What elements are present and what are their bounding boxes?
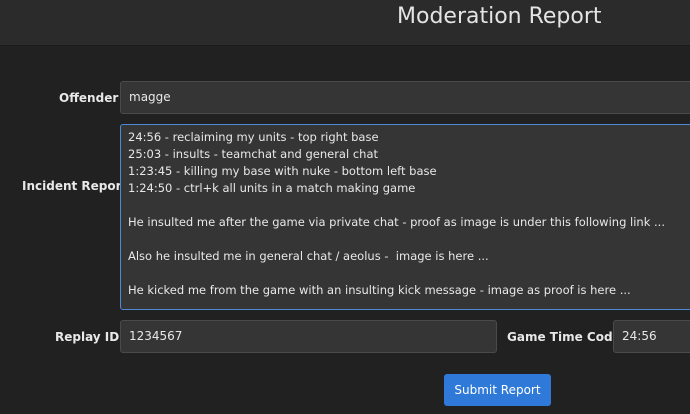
- offender-label: Offender: [59, 91, 119, 105]
- game-time-code-label: Game Time Code: [507, 330, 621, 344]
- header-bar: Moderation Report: [0, 0, 690, 46]
- replay-id-input[interactable]: 1234567: [120, 320, 497, 353]
- game-time-code-input[interactable]: 24:56: [613, 320, 690, 353]
- submit-report-button[interactable]: Submit Report: [444, 374, 551, 406]
- moderation-report-window: Moderation Report Offender magge Inciden…: [0, 0, 690, 414]
- page-title: Moderation Report: [397, 4, 602, 29]
- offender-input[interactable]: magge: [120, 81, 690, 114]
- incident-report-label: Incident Report: [22, 179, 128, 193]
- incident-report-textarea[interactable]: 24:56 - reclaiming my units - top right …: [120, 124, 690, 310]
- replay-id-label: Replay ID: [55, 330, 120, 344]
